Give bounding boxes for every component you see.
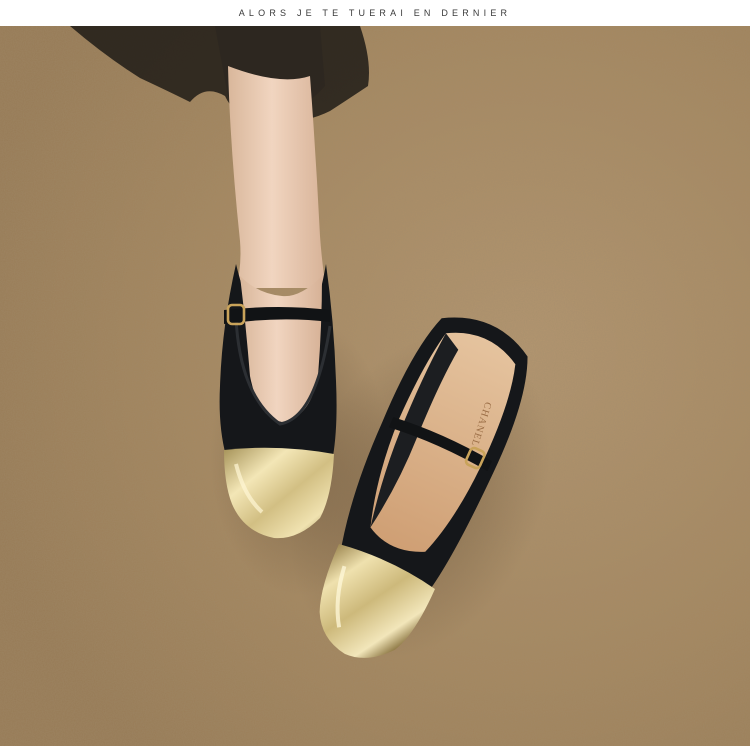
left-shoe (219, 264, 337, 539)
header-tagline: ALORS JE TE TUERAI EN DERNIER (238, 8, 512, 18)
page-header: ALORS JE TE TUERAI EN DERNIER (0, 0, 750, 26)
product-photo: CHANEL (0, 26, 750, 746)
leg (228, 66, 326, 288)
